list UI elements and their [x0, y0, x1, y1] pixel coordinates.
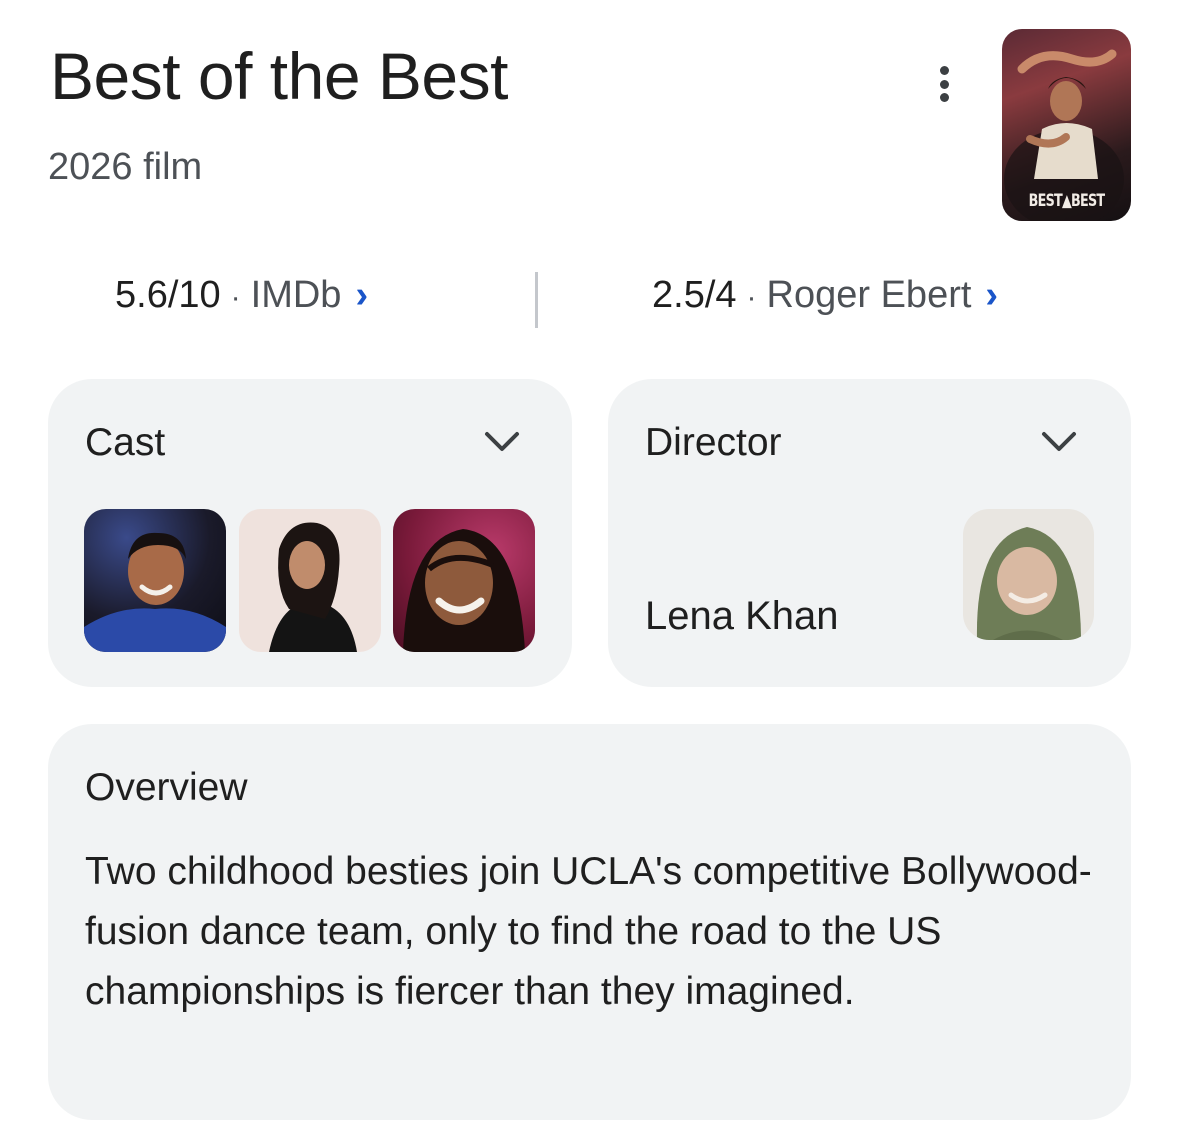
cast-avatar-2[interactable]: [239, 509, 381, 652]
more-vert-icon-dot: [939, 93, 949, 102]
person-photo: [403, 529, 525, 652]
roger-ebert-rating-link[interactable]: 2.5/4 · Roger Ebert ›: [652, 274, 998, 317]
poster-title-logo: BEST▲BEST: [1028, 191, 1105, 211]
separator-dot: ·: [230, 281, 241, 314]
director-name[interactable]: Lena Khan: [645, 594, 839, 639]
chevron-down-icon[interactable]: [482, 429, 522, 455]
imdb-rating-link[interactable]: 5.6/10 · IMDb ›: [115, 274, 368, 317]
more-options-button[interactable]: [926, 58, 962, 110]
more-vert-icon-dot: [939, 79, 949, 89]
director-avatar[interactable]: [963, 509, 1094, 640]
page-subtitle: 2026 film: [48, 146, 203, 188]
director-card[interactable]: Director Lena Khan: [608, 379, 1131, 687]
separator-dot: ·: [746, 281, 757, 314]
overview-text: Two childhood besties join UCLA's compet…: [85, 850, 1092, 1013]
chevron-right-icon: ›: [355, 274, 369, 316]
cast-card[interactable]: Cast: [48, 379, 572, 687]
cast-title: Cast: [85, 421, 166, 464]
cast-avatar-1[interactable]: [84, 509, 226, 652]
director-title: Director: [645, 421, 782, 464]
more-vert-icon-dot: [939, 66, 949, 75]
imdb-source: IMDb: [250, 274, 342, 316]
imdb-score: 5.6/10: [115, 274, 221, 316]
ratings-row: 5.6/10 · IMDb › 2.5/4 · Roger Ebert ›: [0, 266, 1179, 332]
page-title: Best of the Best: [50, 39, 508, 113]
person-photo: [84, 532, 226, 652]
chevron-down-icon[interactable]: [1039, 429, 1079, 455]
ratings-divider: [535, 272, 538, 328]
movie-poster[interactable]: BEST▲BEST: [1002, 29, 1131, 221]
person-photo: [269, 522, 357, 652]
person-photo: [976, 527, 1081, 640]
overview-title: Overview: [85, 766, 248, 809]
ebert-source: Roger Ebert: [766, 274, 972, 316]
chevron-right-icon: ›: [985, 274, 999, 316]
cast-avatar-3[interactable]: [393, 509, 535, 652]
ebert-score: 2.5/4: [652, 274, 737, 316]
overview-card: Overview Two childhood besties join UCLA…: [48, 724, 1131, 1120]
